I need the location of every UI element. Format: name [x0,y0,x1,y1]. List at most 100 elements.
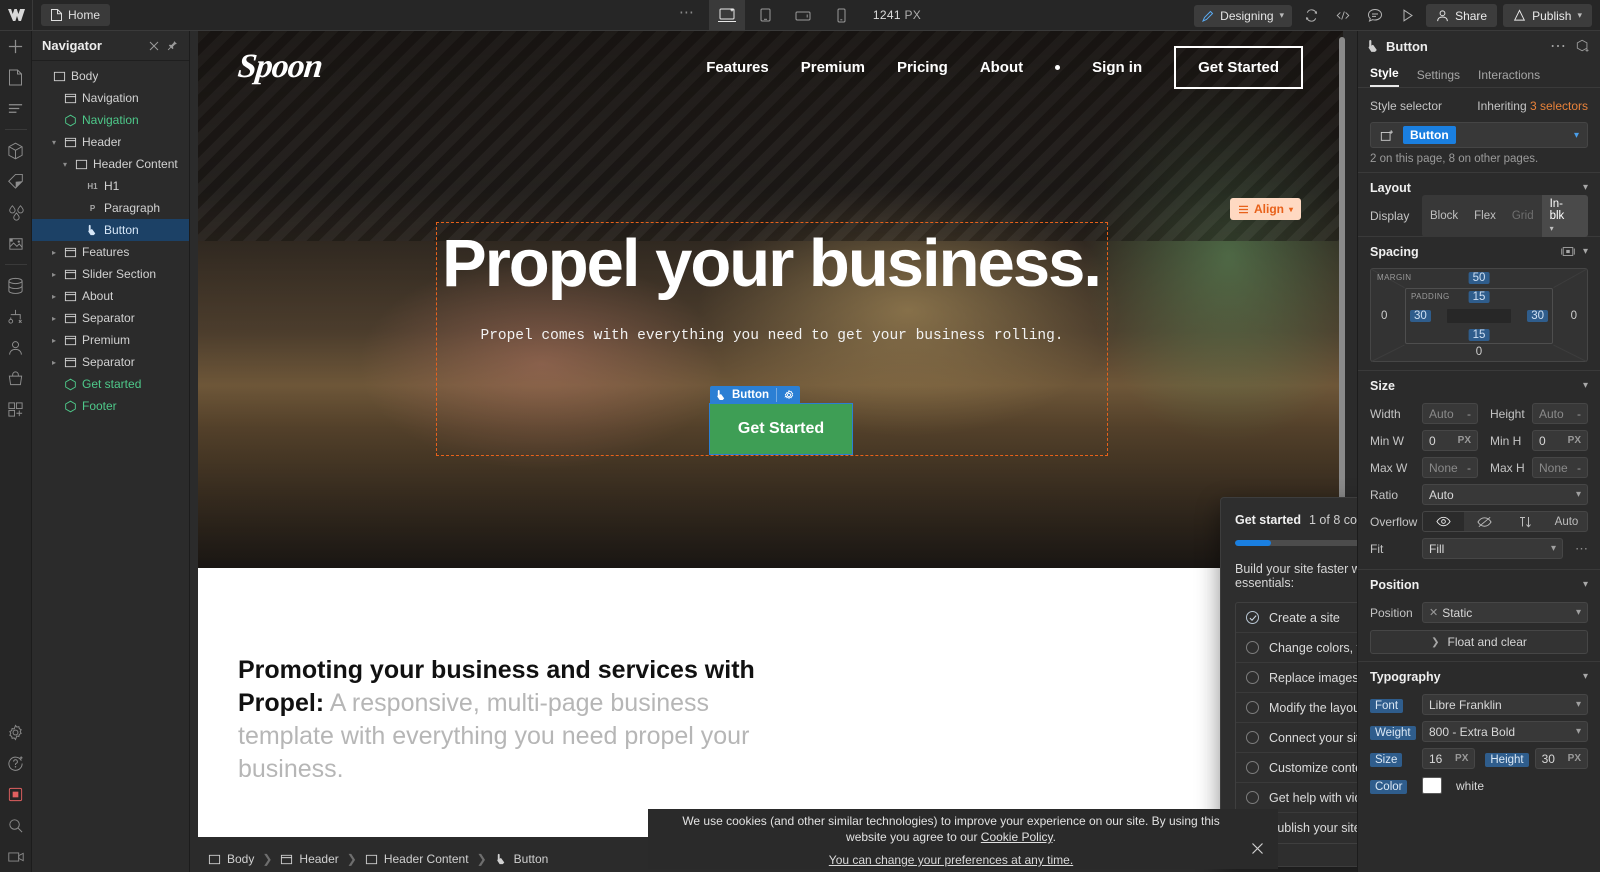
get-started-item[interactable]: Connect your site to dynamic data› [1236,723,1357,753]
chevron-right-icon[interactable]: ▸ [49,314,59,323]
width-input[interactable]: Auto - [1422,403,1478,424]
tablet-breakpoint[interactable] [747,0,783,30]
get-started-item[interactable]: Replace images› [1236,663,1357,693]
min-width-input[interactable]: 0 PX [1422,430,1478,451]
chevron-right-icon[interactable]: ▸ [49,292,59,301]
hero-paragraph[interactable]: Propel comes with everything you need to… [442,328,1102,344]
mobile-landscape-breakpoint[interactable] [785,0,821,30]
breadcrumb-item-button[interactable]: Button [487,852,557,866]
canvas-scrollbar[interactable] [1339,37,1345,567]
tree-item-get-started[interactable]: Get started [32,373,189,395]
code-icon[interactable] [1330,3,1356,29]
overflow-scroll-icon[interactable] [1505,512,1546,531]
position-select[interactable]: ✕ Static ▾ [1422,602,1588,623]
refresh-icon[interactable] [1298,3,1324,29]
selector-field[interactable]: Button ▾ [1370,122,1588,148]
color-swatch[interactable] [1422,777,1442,794]
chevron-down-icon[interactable]: ▾ [1583,182,1588,193]
chevron-down-icon[interactable]: ▾ [1583,671,1588,682]
site-nav-link-pricing[interactable]: Pricing [897,59,948,76]
chevron-right-icon[interactable]: ▸ [49,358,59,367]
ecommerce-icon[interactable] [0,363,32,394]
selected-element-badge[interactable]: Button [710,386,801,404]
share-button[interactable]: Share [1426,4,1498,27]
breadcrumb-item-header-content[interactable]: Header Content [357,852,477,866]
chevron-down-icon[interactable]: ▾ [49,138,59,147]
chevron-down-icon[interactable]: ▾ [1574,130,1583,141]
max-height-input[interactable]: None - [1532,457,1588,478]
line-height-input[interactable]: 30 PX [1534,748,1588,769]
mobile-portrait-breakpoint[interactable] [823,0,859,30]
chevron-right-icon[interactable]: ▸ [49,270,59,279]
selector-tag[interactable]: Button [1403,126,1456,144]
images-icon[interactable] [0,228,32,259]
tree-item-paragraph[interactable]: P Paragraph [32,197,189,219]
tree-item-button[interactable]: Button [32,219,189,241]
display-option-grid[interactable]: Grid [1504,207,1542,225]
spacing-widget[interactable]: MARGIN 50 0 0 0 PADDING 15 30 30 15 [1370,268,1588,362]
chevron-right-icon[interactable]: ▸ [49,248,59,257]
logic-icon[interactable] [0,301,32,332]
get-started-item[interactable]: Create a site [1236,603,1357,633]
preview-icon[interactable] [1394,3,1420,29]
cms-icon[interactable] [0,270,32,301]
tree-item-body[interactable]: Body [32,65,189,87]
ratio-select[interactable]: Auto ▾ [1422,484,1588,505]
tree-item-slider-section[interactable]: ▸ Slider Section [32,263,189,285]
more-breakpoints-icon[interactable]: ⋯ [679,3,707,27]
pages-icon[interactable] [0,62,32,93]
margin-bottom-value[interactable]: 0 [1472,346,1486,358]
get-started-item[interactable]: Change colors, fonts, and classes› [1236,633,1357,663]
tree-item-navigation[interactable]: Navigation [32,87,189,109]
min-height-input[interactable]: 0 PX [1532,430,1588,451]
tree-item-separator[interactable]: ▸ Separator [32,351,189,373]
tab-interactions[interactable]: Interactions [1478,68,1540,87]
more-icon[interactable]: ⋯ [1549,37,1567,55]
padding-right-value[interactable]: 30 [1527,310,1548,322]
cookie-policy-link[interactable]: Cookie Policy [981,830,1053,844]
site-nav-link-about[interactable]: About [980,59,1023,76]
get-started-item[interactable]: Customize content with Localization› [1236,753,1357,783]
brand-logo[interactable]: Spoon [236,48,324,86]
weight-select[interactable]: 800 - Extra Bold ▾ [1422,721,1588,742]
close-icon[interactable] [145,37,163,55]
chevron-down-icon[interactable]: ▾ [60,160,70,169]
search-icon[interactable] [0,810,32,841]
nav-dropdown-dot-icon[interactable] [1055,64,1061,70]
add-selector-icon[interactable] [1375,125,1399,145]
cookie-preferences-link[interactable]: You can change your preferences at any t… [829,853,1073,867]
chevron-down-icon[interactable]: ▾ [1583,579,1588,590]
padding-left-value[interactable]: 30 [1410,310,1431,322]
margin-top-value[interactable]: 50 [1468,272,1490,284]
desktop-breakpoint[interactable] [708,0,745,30]
float-and-clear-toggle[interactable]: ❯ Float and clear [1370,630,1588,654]
tree-item-footer[interactable]: Footer [32,395,189,417]
chevron-down-icon[interactable]: ▾ [1583,380,1588,391]
display-option-block[interactable]: Block [1422,207,1466,225]
chevron-down-icon[interactable]: ▾ [1583,246,1588,257]
clear-icon[interactable]: ✕ [1429,606,1438,619]
hero-heading[interactable]: Propel your business. [442,229,1122,299]
video-icon[interactable] [0,841,32,872]
more-icon[interactable]: ⋯ [1569,541,1588,557]
tree-item-premium[interactable]: ▸ Premium [32,329,189,351]
tree-item-header[interactable]: ▾ Header [32,131,189,153]
overflow-auto-option[interactable]: Auto [1546,512,1587,531]
breadcrumb-item-header[interactable]: Header [272,852,346,866]
tab-settings[interactable]: Settings [1417,68,1460,87]
overflow-hidden-icon[interactable] [1464,512,1505,531]
users-icon[interactable] [0,332,32,363]
display-option-flex[interactable]: Flex [1466,207,1504,225]
close-icon[interactable] [1248,839,1266,857]
chevron-right-icon[interactable]: ▸ [49,336,59,345]
create-component-icon[interactable] [1574,37,1592,55]
spacing-settings-icon[interactable] [1561,246,1575,257]
site-nav-link-features[interactable]: Features [706,59,769,76]
tree-item-header-content[interactable]: ▾ Header Content [32,153,189,175]
style-manager-icon[interactable] [0,166,32,197]
components-icon[interactable] [0,135,32,166]
font-select[interactable]: Libre Franklin ▾ [1422,694,1588,715]
pin-icon[interactable] [163,37,181,55]
margin-left-value[interactable]: 0 [1377,310,1391,322]
padding-top-value[interactable]: 15 [1468,291,1490,303]
